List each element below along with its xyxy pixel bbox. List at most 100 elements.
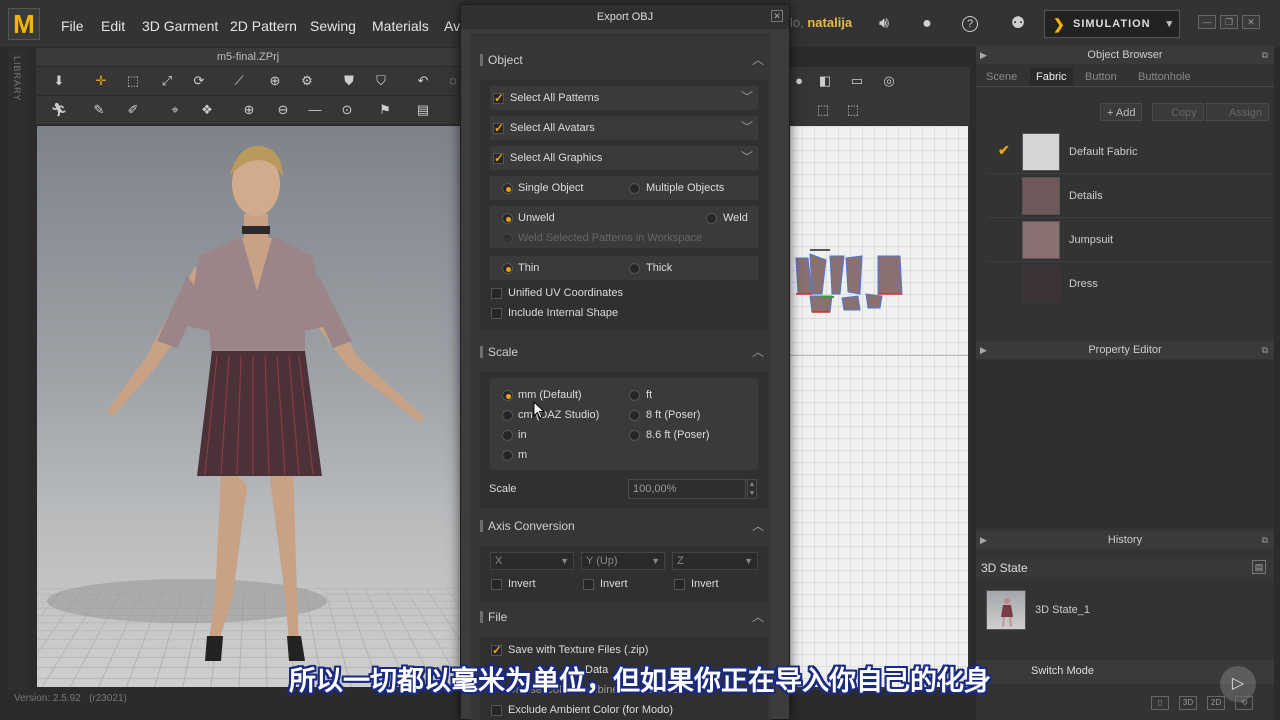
user-icon[interactable]: ● (916, 13, 938, 35)
brush-icon[interactable]: ✎ (90, 101, 108, 119)
circle-tool-icon[interactable]: ● (790, 72, 808, 90)
save-texture-checkbox[interactable] (491, 645, 502, 656)
ruler-icon[interactable]: ✐ (124, 101, 142, 119)
flag-icon[interactable]: ⚑ (376, 101, 394, 119)
transform-icon[interactable]: ⤢ (158, 72, 176, 90)
invert-z-checkbox[interactable] (674, 579, 685, 590)
chevron-up-icon[interactable]: ︿ (752, 511, 764, 541)
pattern-pieces[interactable] (790, 126, 968, 687)
unified-uv-checkbox[interactable] (491, 288, 502, 299)
select-all-graphics-checkbox[interactable] (493, 153, 504, 164)
section-object-header[interactable]: Object ︿ (470, 45, 770, 75)
rotate-icon[interactable]: ⟳ (190, 72, 208, 90)
history-thumbnail[interactable] (986, 590, 1026, 630)
help-icon[interactable]: ? (962, 16, 978, 32)
menu-avatar[interactable]: Av (444, 18, 460, 34)
chevron-up-icon[interactable]: ︿ (752, 602, 764, 632)
menu-edit[interactable]: Edit (101, 18, 125, 34)
cm-radio[interactable] (502, 410, 513, 421)
speaker-icon[interactable]: 🔊︎ (873, 13, 895, 35)
button-icon[interactable]: ⊖ (274, 101, 292, 119)
pin-tool-icon[interactable]: ⟋ (230, 72, 248, 90)
history-snapshot-icon[interactable]: ▤ (1252, 560, 1266, 574)
shirt-back-icon[interactable]: ⛉ (372, 72, 390, 90)
86ft-poser-radio[interactable] (629, 430, 640, 441)
line-icon[interactable]: — (306, 101, 324, 119)
maximize-icon[interactable]: ⧉ (1262, 46, 1268, 64)
chevron-down-icon[interactable]: ﹀ (741, 148, 753, 165)
scale-stepper[interactable]: ▲ ▼ (747, 479, 757, 499)
section-axis-header[interactable]: Axis Conversion ︿ (470, 511, 770, 541)
move-tool-icon[interactable]: ✛ (92, 72, 110, 90)
tab-buttonhole[interactable]: Buttonhole (1138, 68, 1191, 86)
canvas-2d[interactable] (790, 126, 968, 687)
select-alt-icon[interactable]: ⬚ (844, 101, 862, 119)
select-2d-icon[interactable]: ⬚ (814, 101, 832, 119)
invert-y-checkbox[interactable] (583, 579, 594, 590)
y-axis-select[interactable]: Y (Up) ▼ (581, 552, 665, 570)
pin-icon[interactable]: ▶ (980, 531, 987, 549)
library-strip[interactable]: LIBRARY (8, 50, 28, 690)
x-axis-select[interactable]: X ▼ (490, 552, 574, 570)
fold-icon[interactable]: ⊕ (266, 72, 284, 90)
multiple-objects-radio[interactable] (629, 183, 640, 194)
menu-2d-pattern[interactable]: 2D Pattern (230, 18, 297, 34)
add-point-icon[interactable]: ⊕ (240, 101, 258, 119)
layout-icon[interactable]: ◧ (816, 72, 834, 90)
tab-scene[interactable]: Scene (986, 68, 1017, 86)
m-radio[interactable] (502, 450, 513, 461)
minimize-icon[interactable]: — (1198, 15, 1216, 29)
maximize-icon[interactable]: ⧉ (1262, 531, 1268, 549)
snap-icon[interactable]: ⊙ (338, 101, 356, 119)
select-box-icon[interactable]: ⬚ (124, 72, 142, 90)
single-object-radio[interactable] (502, 183, 513, 194)
chevron-down-icon[interactable]: ﹀ (741, 88, 753, 105)
ft-radio[interactable] (629, 390, 640, 401)
measure-icon[interactable]: ↶ (414, 72, 432, 90)
arrow-down-icon[interactable]: ⬇ (50, 72, 68, 90)
copy-button[interactable]: Copy (1152, 103, 1204, 121)
add-button[interactable]: + Add (1100, 103, 1142, 121)
section-file-header[interactable]: File ︿ (470, 602, 770, 632)
restore-icon[interactable]: ❐ (1220, 15, 1238, 29)
thin-radio[interactable] (502, 263, 513, 274)
assign-button[interactable]: Assign (1206, 103, 1269, 121)
circle-outline-icon[interactable]: ◎ (880, 72, 898, 90)
section-scale-header[interactable]: Scale ︿ (470, 337, 770, 367)
select-all-patterns-checkbox[interactable] (493, 93, 504, 104)
view-2d-icon[interactable]: 2D (1207, 696, 1225, 710)
8ft-poser-radio[interactable] (629, 410, 640, 421)
pattern-icon[interactable]: ❖ (198, 101, 216, 119)
scale-input[interactable]: 100,00% (628, 479, 746, 499)
pin-icon[interactable]: ▶ (980, 46, 987, 64)
menu-materials[interactable]: Materials (372, 18, 429, 34)
history-item-label[interactable]: 3D State_1 (1035, 604, 1090, 616)
chevron-up-icon[interactable]: ︿ (752, 337, 764, 367)
menu-file[interactable]: File (61, 18, 84, 34)
view-3d-icon[interactable]: 3D (1179, 696, 1197, 710)
simulation-button[interactable]: ❯ SIMULATION ▾ (1044, 10, 1180, 38)
tape-icon[interactable]: ⌖ (166, 101, 184, 119)
in-radio[interactable] (502, 430, 513, 441)
unweld-radio[interactable] (502, 213, 513, 224)
chevron-down-icon[interactable]: ﹀ (741, 118, 753, 135)
include-internal-checkbox[interactable] (491, 308, 502, 319)
stamp-icon[interactable]: ▤ (414, 101, 432, 119)
avatar-figure[interactable] (37, 126, 460, 687)
select-all-avatars-checkbox[interactable] (493, 123, 504, 134)
tab-fabric[interactable]: Fabric (1030, 68, 1073, 86)
close-window-icon[interactable]: ✕ (1242, 15, 1260, 29)
pin-icon[interactable]: ▶ (980, 341, 987, 359)
z-axis-select[interactable]: Z ▼ (672, 552, 758, 570)
thick-radio[interactable] (629, 263, 640, 274)
mm-radio[interactable] (502, 390, 513, 401)
close-icon[interactable]: ✕ (771, 10, 783, 22)
weld-radio[interactable] (706, 213, 717, 224)
exclude-ambient-checkbox[interactable] (491, 705, 502, 716)
avatar-pose-icon[interactable]: 🏃︎ (50, 101, 68, 119)
tab-button[interactable]: Button (1085, 68, 1117, 86)
shirt-icon[interactable]: ⛊ (340, 72, 358, 90)
view-single-icon[interactable]: ▯ (1151, 696, 1169, 710)
refresh-icon[interactable]: ⟲ (1235, 696, 1253, 710)
menu-sewing[interactable]: Sewing (310, 18, 356, 34)
